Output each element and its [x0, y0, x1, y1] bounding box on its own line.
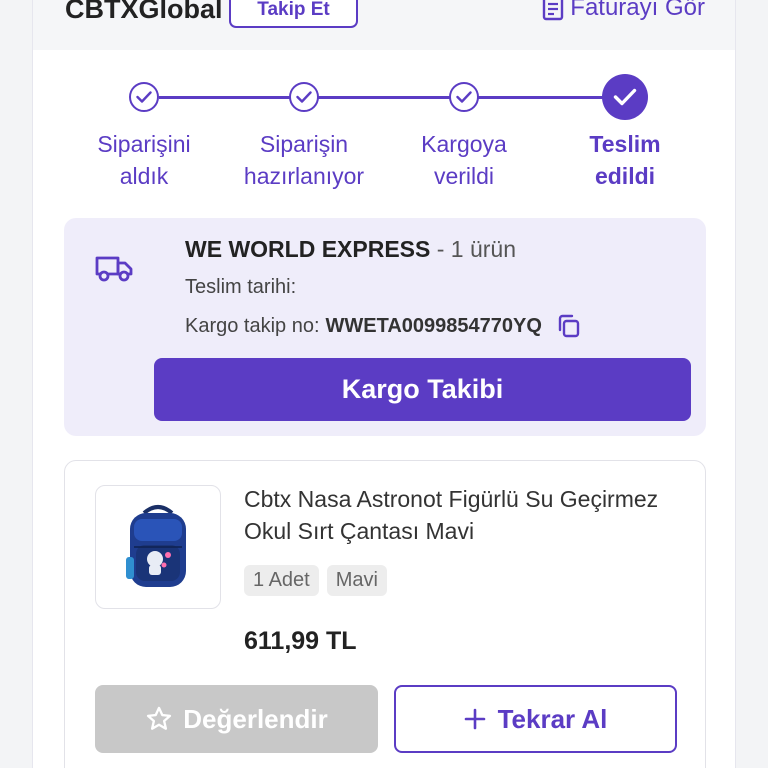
plus-icon: [464, 708, 485, 730]
step-label-delivered: Teslim edildi: [545, 128, 705, 192]
step-label-line: hazırlanıyor: [243, 163, 365, 189]
step-label-line: Siparişin: [259, 131, 349, 157]
step-check-icon: [449, 82, 479, 112]
view-invoice-link[interactable]: Faturayı Gör: [542, 0, 705, 22]
step-check-icon: [289, 82, 319, 112]
product-card: Cbtx Nasa Astronot Figürlü Su Geçirmez O…: [64, 460, 706, 768]
step-label-line: edildi: [594, 163, 656, 189]
step-label-line: Kargoya: [421, 131, 507, 157]
step-completed-check-icon: [602, 74, 648, 120]
order-status-tracker: Siparişini aldık Siparişin hazırlanıyor …: [33, 70, 735, 200]
buy-again-label: Tekrar Al: [497, 703, 608, 734]
quantity-chip: 1 Adet: [244, 565, 319, 596]
step-label-shipped: Kargoya verildi: [384, 128, 544, 192]
copy-icon[interactable]: [556, 313, 582, 339]
tracker-line: [159, 96, 625, 99]
step-label-line: aldık: [119, 163, 169, 189]
step-check-icon: [129, 82, 159, 112]
carrier-line: WE WORLD EXPRESS - 1 ürün: [185, 236, 516, 263]
follow-button[interactable]: Takip Et: [229, 0, 358, 28]
delivery-date-label: Teslim tarihi:: [185, 276, 297, 298]
step-label-line: Siparişini: [97, 131, 191, 157]
order-header: CBTXGlobal Takip Et Faturayı Gör: [33, 0, 735, 50]
tracking-number-row: Kargo takip no: WWETA0099854770YQ: [185, 313, 582, 339]
order-detail-page: CBTXGlobal Takip Et Faturayı Gör Sipariş…: [32, 0, 736, 768]
invoice-icon: [543, 0, 564, 21]
truck-icon: [95, 256, 133, 282]
rate-button-label: Değerlendir: [183, 703, 328, 734]
carrier-name: WE WORLD EXPRESS: [185, 236, 431, 262]
color-chip: Mavi: [326, 565, 387, 596]
buy-again-button[interactable]: Tekrar Al: [394, 685, 677, 753]
tracking-number: WWETA0099854770YQ: [325, 314, 542, 337]
seller-name[interactable]: CBTXGlobal: [65, 0, 223, 25]
product-image[interactable]: [95, 485, 221, 609]
tracking-label: Kargo takip no:: [185, 314, 320, 337]
step-label-line: verildi: [433, 163, 495, 189]
rate-product-button[interactable]: Değerlendir: [95, 685, 378, 753]
step-label-preparing: Siparişin hazırlanıyor: [224, 128, 384, 192]
product-price: 611,99 TL: [244, 627, 357, 655]
product-variant-chips: 1 Adet Mavi: [244, 565, 387, 596]
shipment-info-card: WE WORLD EXPRESS - 1 ürün Teslim tarihi:…: [64, 218, 706, 436]
star-icon: [147, 706, 172, 730]
step-label-received: Siparişini aldık: [64, 128, 224, 192]
item-count: - 1 ürün: [436, 236, 517, 262]
product-title[interactable]: Cbtx Nasa Astronot Figürlü Su Geçirmez O…: [244, 483, 684, 547]
backpack-image: [126, 505, 186, 587]
track-shipment-button[interactable]: Kargo Takibi: [154, 358, 691, 421]
step-label-line: Teslim: [589, 131, 661, 157]
invoice-label: Faturayı Gör: [570, 0, 705, 21]
